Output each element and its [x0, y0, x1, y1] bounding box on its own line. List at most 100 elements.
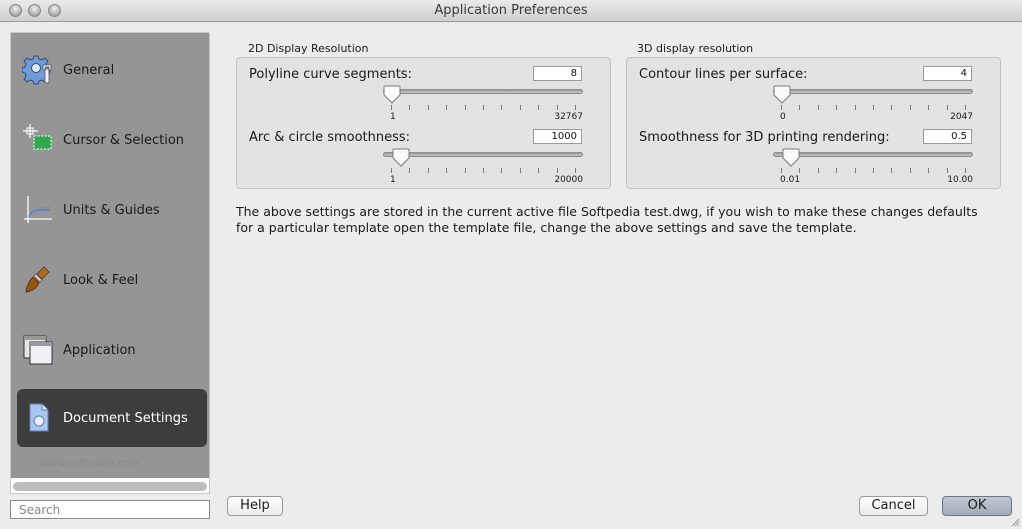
smoothness-3d-printing-field[interactable]	[923, 129, 972, 144]
slider-tick	[538, 168, 540, 173]
slider-thumb[interactable]	[773, 85, 791, 104]
svg-text:100: 100	[39, 206, 51, 213]
polyline-curve-segments-field[interactable]	[533, 66, 582, 81]
slider-tick	[928, 168, 930, 173]
slider-tick	[817, 105, 819, 110]
sidebar-item-label: General	[63, 62, 115, 78]
slider-ticks	[391, 168, 576, 174]
slider-tick	[946, 168, 948, 173]
slider-tick	[427, 105, 429, 110]
slider-tick	[409, 105, 411, 110]
sidebar-item-label: Cursor & Selection	[63, 132, 185, 148]
info-text: The above settings are stored in the cur…	[236, 204, 978, 235]
slider-ticks	[781, 168, 966, 174]
slider-tick	[965, 105, 966, 110]
slider-min-label: 1	[390, 175, 396, 185]
arc-circle-smoothness-label: Arc & circle smoothness:	[249, 130, 411, 145]
slider-tick	[873, 168, 874, 173]
contour-lines-slider[interactable]: 0 2047	[773, 85, 973, 125]
sidebar-item-units-guides[interactable]: 100 Units & Guides	[17, 181, 207, 239]
slider-tick	[928, 105, 930, 110]
slider-tick	[464, 168, 466, 173]
cancel-button[interactable]: Cancel	[859, 496, 928, 516]
contour-lines-label: Contour lines per surface:	[639, 67, 808, 82]
sidebar-item-label: Document Settings	[63, 410, 188, 426]
sidebar-item-label: Look & Feel	[63, 272, 139, 288]
slider-track[interactable]	[383, 152, 583, 157]
slider-tick	[556, 105, 558, 110]
slider-min-label: 0	[780, 112, 786, 122]
arc-circle-smoothness-field[interactable]	[533, 129, 582, 144]
slider-track[interactable]	[773, 152, 973, 157]
slider-tick	[909, 168, 911, 173]
resize-grip-icon[interactable]	[1010, 517, 1020, 527]
slider-tick	[799, 105, 801, 110]
slider-tick	[965, 168, 966, 173]
slider-track[interactable]	[383, 89, 583, 94]
slider-max-label: 20000	[554, 175, 583, 185]
preferences-window: Application Preferences General Cursor &…	[0, 0, 1022, 529]
slider-tick	[464, 105, 466, 110]
slider-tick	[538, 105, 540, 110]
slider-max-label: 2047	[950, 112, 973, 122]
slider-tick	[799, 168, 801, 173]
slider-tick	[446, 105, 448, 110]
slider-tick	[575, 168, 576, 173]
slider-tick	[854, 105, 856, 110]
slider-tick	[409, 168, 411, 173]
slider-thumb[interactable]	[383, 85, 401, 104]
slider-tick	[836, 168, 838, 173]
ok-button[interactable]: OK	[942, 496, 1012, 516]
sidebar: General Cursor & Selection 100 Units & G…	[10, 32, 210, 494]
watermark-text: www.softpedia.com	[41, 458, 139, 469]
group-title-2d: 2D Display Resolution	[248, 42, 369, 55]
slider-tick	[854, 168, 856, 173]
slider-min-label: 1	[390, 112, 396, 122]
slider-tick	[519, 168, 521, 173]
group-title-3d: 3D display resolution	[637, 42, 754, 55]
slider-tick	[891, 168, 893, 173]
sidebar-item-general[interactable]: General	[17, 41, 207, 99]
sidebar-item-application[interactable]: Application	[17, 321, 207, 379]
help-button[interactable]: Help	[227, 496, 283, 516]
slider-tick	[909, 105, 911, 110]
slider-tick	[427, 168, 429, 173]
document-icon	[21, 400, 57, 436]
slider-tick	[519, 105, 521, 110]
sidebar-scrollbar[interactable]	[13, 482, 207, 491]
slider-tick	[873, 105, 874, 110]
slider-thumb[interactable]	[392, 148, 410, 167]
sidebar-item-look-feel[interactable]: Look & Feel	[17, 251, 207, 309]
sidebar-item-label: Application	[63, 342, 136, 358]
slider-max-label: 10.00	[947, 175, 973, 185]
windows-icon	[21, 332, 57, 368]
sidebar-item-cursor-selection[interactable]: Cursor & Selection	[17, 111, 207, 169]
slider-tick	[501, 105, 503, 110]
polyline-curve-segments-slider[interactable]: 1 32767	[383, 85, 583, 125]
smoothness-3d-printing-slider[interactable]: 0.01 10.00	[773, 148, 973, 188]
slider-thumb[interactable]	[782, 148, 800, 167]
contour-lines-field[interactable]	[923, 66, 972, 81]
arc-circle-smoothness-slider[interactable]: 1 20000	[383, 148, 583, 188]
group-3d-display-resolution: Contour lines per surface: 0 2047 Smooth…	[626, 57, 1001, 189]
slider-ticks	[781, 105, 966, 111]
polyline-curve-segments-label: Polyline curve segments:	[249, 67, 412, 82]
slider-tick	[781, 168, 782, 173]
slider-tick	[836, 105, 838, 110]
slider-max-label: 32767	[554, 112, 583, 122]
slider-tick	[946, 105, 948, 110]
sidebar-item-document-settings[interactable]: Document Settings	[17, 389, 207, 447]
slider-tick	[781, 105, 782, 110]
slider-min-label: 0.01	[780, 175, 801, 185]
slider-tick	[483, 105, 484, 110]
smoothness-3d-printing-label: Smoothness for 3D printing rendering:	[639, 130, 890, 145]
slider-tick	[575, 105, 576, 110]
search-input[interactable]	[10, 500, 210, 519]
crosshair-selection-icon	[21, 122, 57, 158]
slider-tick	[556, 168, 558, 173]
paintbrush-icon	[21, 262, 57, 298]
slider-track[interactable]	[773, 89, 973, 94]
slider-tick	[501, 168, 503, 173]
slider-ticks	[391, 105, 576, 111]
sidebar-list: General Cursor & Selection 100 Units & G…	[11, 33, 209, 478]
